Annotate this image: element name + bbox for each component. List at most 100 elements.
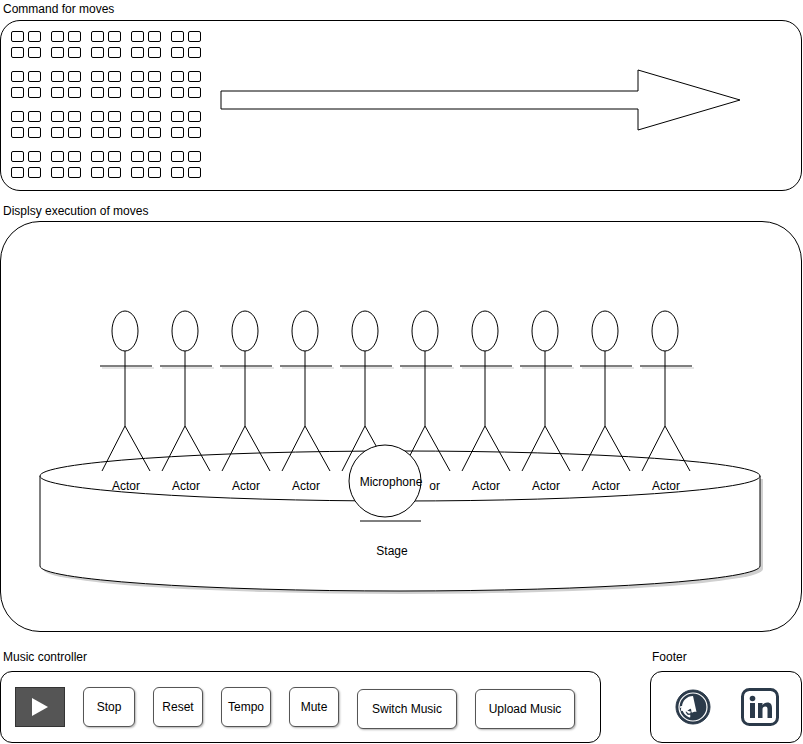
command-slot[interactable] bbox=[11, 31, 24, 42]
command-slot[interactable] bbox=[188, 71, 201, 82]
command-slot[interactable] bbox=[131, 47, 144, 58]
mute-button[interactable]: Mute bbox=[289, 687, 339, 727]
command-slot[interactable] bbox=[68, 31, 81, 42]
command-slot[interactable] bbox=[131, 71, 144, 82]
command-slot[interactable] bbox=[28, 167, 41, 178]
command-slot[interactable] bbox=[148, 111, 161, 122]
command-slot[interactable] bbox=[171, 87, 184, 98]
command-slot[interactable] bbox=[171, 111, 184, 122]
command-slot[interactable] bbox=[11, 87, 24, 98]
actor[interactable] bbox=[520, 311, 574, 471]
command-slot[interactable] bbox=[68, 71, 81, 82]
command-slot[interactable] bbox=[171, 71, 184, 82]
stop-button[interactable]: Stop bbox=[83, 687, 135, 727]
command-slot[interactable] bbox=[51, 71, 64, 82]
command-slot[interactable] bbox=[188, 127, 201, 138]
command-slot[interactable] bbox=[11, 127, 24, 138]
command-slot[interactable] bbox=[108, 167, 121, 178]
command-slot[interactable] bbox=[108, 71, 121, 82]
command-slot[interactable] bbox=[108, 31, 121, 42]
command-slot[interactable] bbox=[51, 167, 64, 178]
command-slot[interactable] bbox=[28, 127, 41, 138]
command-slot[interactable] bbox=[148, 167, 161, 178]
actor[interactable] bbox=[580, 311, 634, 471]
command-slot[interactable] bbox=[108, 127, 121, 138]
github-icon[interactable] bbox=[675, 689, 711, 725]
command-slot[interactable] bbox=[11, 111, 24, 122]
command-slot[interactable] bbox=[11, 71, 24, 82]
command-slot[interactable] bbox=[171, 31, 184, 42]
command-slot[interactable] bbox=[11, 47, 24, 58]
command-slot[interactable] bbox=[148, 127, 161, 138]
command-slot[interactable] bbox=[68, 167, 81, 178]
command-slot[interactable] bbox=[171, 47, 184, 58]
command-slot[interactable] bbox=[188, 31, 201, 42]
command-slot[interactable] bbox=[171, 127, 184, 138]
command-slot[interactable] bbox=[171, 167, 184, 178]
command-slot[interactable] bbox=[68, 87, 81, 98]
command-slot[interactable] bbox=[91, 151, 104, 162]
command-slot[interactable] bbox=[108, 47, 121, 58]
command-slot[interactable] bbox=[11, 167, 24, 178]
reset-button[interactable]: Reset bbox=[153, 687, 203, 727]
command-slot[interactable] bbox=[91, 71, 104, 82]
switch-music-button[interactable]: Switch Music bbox=[357, 689, 457, 729]
command-slot[interactable] bbox=[188, 167, 201, 178]
command-slot[interactable] bbox=[188, 151, 201, 162]
actor[interactable] bbox=[220, 311, 274, 471]
command-slot[interactable] bbox=[51, 127, 64, 138]
command-slot[interactable] bbox=[28, 111, 41, 122]
command-slot[interactable] bbox=[188, 111, 201, 122]
command-slot[interactable] bbox=[108, 151, 121, 162]
command-slot[interactable] bbox=[131, 111, 144, 122]
command-slot[interactable] bbox=[91, 31, 104, 42]
command-slot[interactable] bbox=[28, 71, 41, 82]
command-slot[interactable] bbox=[91, 111, 104, 122]
command-slot[interactable] bbox=[68, 127, 81, 138]
command-slot[interactable] bbox=[131, 87, 144, 98]
command-slot[interactable] bbox=[188, 87, 201, 98]
command-slot[interactable] bbox=[188, 47, 201, 58]
command-slot[interactable] bbox=[148, 151, 161, 162]
command-slot[interactable] bbox=[108, 87, 121, 98]
command-slot[interactable] bbox=[148, 31, 161, 42]
command-slot[interactable] bbox=[51, 47, 64, 58]
linkedin-icon[interactable] bbox=[741, 688, 779, 726]
actor[interactable] bbox=[100, 311, 154, 471]
command-slot[interactable] bbox=[28, 47, 41, 58]
command-slot[interactable] bbox=[131, 151, 144, 162]
command-slot[interactable] bbox=[51, 87, 64, 98]
command-slot[interactable] bbox=[68, 47, 81, 58]
command-slot[interactable] bbox=[91, 167, 104, 178]
command-slot[interactable] bbox=[91, 47, 104, 58]
command-slot[interactable] bbox=[28, 151, 41, 162]
command-slot[interactable] bbox=[131, 31, 144, 42]
command-slot[interactable] bbox=[148, 47, 161, 58]
microphone[interactable]: Microphone bbox=[349, 445, 423, 521]
actor[interactable] bbox=[160, 311, 214, 471]
command-slot[interactable] bbox=[28, 31, 41, 42]
command-slot[interactable] bbox=[28, 87, 41, 98]
command-slot[interactable] bbox=[148, 87, 161, 98]
command-slot[interactable] bbox=[68, 151, 81, 162]
command-slot[interactable] bbox=[131, 127, 144, 138]
command-slot[interactable] bbox=[11, 151, 24, 162]
command-slot[interactable] bbox=[51, 31, 64, 42]
command-slot[interactable] bbox=[148, 71, 161, 82]
command-slot[interactable] bbox=[91, 127, 104, 138]
actor[interactable] bbox=[640, 311, 694, 471]
command-slot[interactable] bbox=[108, 111, 121, 122]
actor[interactable] bbox=[280, 311, 334, 471]
command-slot[interactable] bbox=[51, 111, 64, 122]
play-button[interactable] bbox=[15, 687, 65, 727]
command-slot[interactable] bbox=[91, 87, 104, 98]
command-slot[interactable] bbox=[171, 151, 184, 162]
command-slot[interactable] bbox=[51, 151, 64, 162]
actor[interactable] bbox=[400, 311, 454, 471]
actor[interactable] bbox=[460, 311, 514, 471]
upload-music-button[interactable]: Upload Music bbox=[475, 689, 575, 729]
command-row bbox=[11, 111, 201, 138]
tempo-button[interactable]: Tempo bbox=[221, 687, 271, 727]
command-slot[interactable] bbox=[68, 111, 81, 122]
command-slot[interactable] bbox=[131, 167, 144, 178]
